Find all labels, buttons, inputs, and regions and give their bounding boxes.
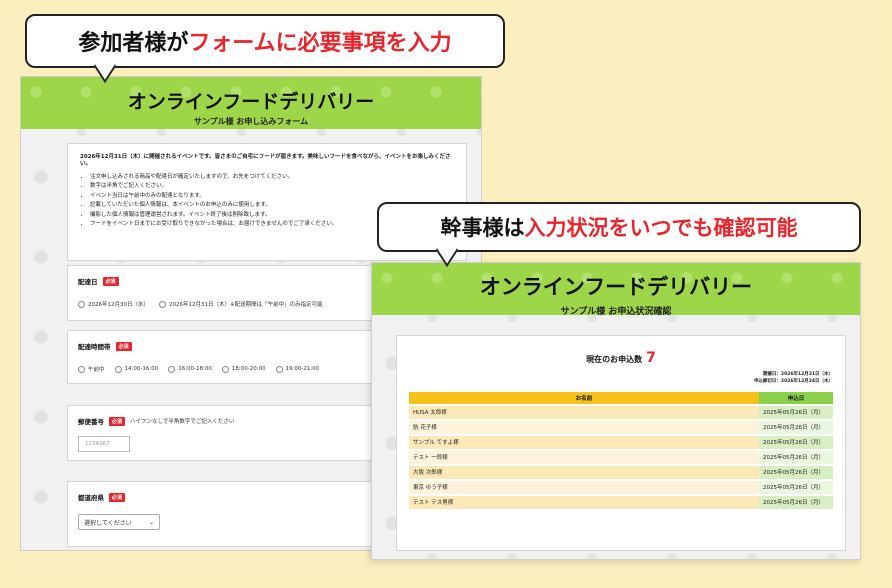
field-label: 郵便番号 xyxy=(78,418,104,426)
table-row: テスト テス男様 2025年05月26日（月） xyxy=(409,495,833,509)
applicant-name: サンプル てすよ様 xyxy=(409,435,759,449)
status-title: オンラインフードデリバリー xyxy=(479,275,753,299)
radio-option[interactable]: 14:00-16:00 xyxy=(114,365,158,373)
apply-date: 2025年05月26日（月） xyxy=(759,420,833,434)
radio-button[interactable] xyxy=(78,300,85,308)
column-header-date: 申込日 xyxy=(759,391,833,404)
apply-date: 2025年05月26日（月） xyxy=(759,465,833,479)
applicant-table: お名前 申込日 HUSA 太郎様 2025年05月26日（月） 航 花子様 2025… xyxy=(409,390,833,511)
application-count: 現在のお申込数 7 xyxy=(397,350,845,366)
form-subtitle: サンプル様 お申し込みフォーム xyxy=(193,117,309,126)
apply-date: 2025年05月26日（月） xyxy=(759,450,833,464)
applicant-name: 東京 ゆう子様 xyxy=(409,480,759,494)
radio-option[interactable]: 2026年12月30日（水） xyxy=(78,300,149,308)
postal-code-input[interactable]: 1234567 xyxy=(78,436,130,452)
radio-button[interactable] xyxy=(275,365,283,373)
apply-date: 2025年05月26日（月） xyxy=(759,405,833,419)
table-row: 航 花子様 2025年05月26日（月） xyxy=(409,420,833,434)
radio-option[interactable]: 2026年12月31日（木）※配送期間は「午前中」のみ指定可能 xyxy=(159,300,323,308)
event-meta: 開催日：2026年12月31日（木） 申込締切日：2026年12月24日（木） xyxy=(397,372,833,386)
column-header-name: お名前 xyxy=(409,391,759,404)
count-value: 7 xyxy=(646,350,656,366)
apply-date: 2025年05月26日（月） xyxy=(759,495,833,509)
radio-option[interactable]: 16:00-18:00 xyxy=(168,365,212,373)
applicant-name: 航 花子様 xyxy=(409,420,759,434)
radio-option[interactable]: 午前中 xyxy=(78,365,105,373)
status-header: オンラインフードデリバリー サンプル様 お申込状況確認 xyxy=(372,263,860,317)
table-row: サンプル てすよ様 2025年05月26日（月） xyxy=(409,435,833,449)
form-header: オンラインフードデリバリー サンプル様 お申し込みフォーム xyxy=(21,77,481,129)
meta-line: 開催日：2026年12月31日（木） xyxy=(762,372,833,377)
notice-item: イベント当日は午前中のみの配達となります。 xyxy=(90,193,454,200)
callout-organizer: 幹事様は 入力状況をいつでも確認可能 xyxy=(377,202,861,252)
callout-participants: 参加者様が フォームに必要事項を入力 xyxy=(25,14,505,68)
notice-item: 数字は半角でご記入ください。 xyxy=(90,183,454,190)
meta-line: 申込締切日：2026年12月24日（木） xyxy=(753,378,833,384)
table-row: 東京 ゆう子様 2025年05月26日（月） xyxy=(409,480,833,494)
required-badge: 必須 xyxy=(102,276,119,286)
notice-item: 注文申し込みされる商品や配達日が確定いたしますので、お先をつけてください。 xyxy=(90,174,454,181)
required-badge: 必須 xyxy=(115,341,132,351)
table-row: テスト 一郎様 2025年05月26日（月） xyxy=(409,450,833,464)
field-label: 都道府県 xyxy=(78,494,104,502)
field-label: 配達時間帯 xyxy=(78,343,111,351)
chevron-down-icon: ⌄ xyxy=(148,518,154,526)
radio-button[interactable] xyxy=(221,365,229,373)
applicant-name: テスト 一郎様 xyxy=(409,450,759,464)
status-panel: オンラインフードデリバリー サンプル様 お申込状況確認 現在のお申込数 7 開催日… xyxy=(371,262,861,560)
radio-button[interactable] xyxy=(159,300,166,308)
count-label: 現在のお申込数 xyxy=(586,355,643,364)
field-hint: ハイフンなしで半角数字でご記入ください xyxy=(130,419,235,425)
table-row: HUSA 太郎様 2025年05月26日（月） xyxy=(409,405,833,419)
status-subtitle: サンプル様 お申込状況確認 xyxy=(560,307,672,317)
table-row: 大阪 次郎様 2025年05月26日（月） xyxy=(409,465,833,479)
notice-lead: 2026年12月31日（木）に開催されるイベントです。皆さまのご自宅にフードが届… xyxy=(80,154,451,168)
apply-date: 2025年05月26日（月） xyxy=(759,480,833,494)
select-value: 選択してください xyxy=(84,519,132,527)
radio-button[interactable] xyxy=(168,365,176,373)
callout-prefix: 幹事様は xyxy=(440,216,525,240)
status-card: 現在のお申込数 7 開催日：2026年12月31日（木） 申込締切日：2026年1… xyxy=(396,335,846,551)
prefecture-select[interactable]: 選択してください ⌄ xyxy=(78,514,160,530)
applicant-name: 大阪 次郎様 xyxy=(409,465,759,479)
applicant-name: テスト テス男様 xyxy=(409,495,759,509)
radio-option[interactable]: 19:00-21:00 xyxy=(275,365,319,373)
required-badge: 必須 xyxy=(109,416,126,426)
radio-button[interactable] xyxy=(114,365,122,373)
form-title: オンラインフードデリバリー xyxy=(127,91,375,113)
applicant-name: HUSA 太郎様 xyxy=(409,405,759,419)
radio-option[interactable]: 18:00-20:00 xyxy=(221,365,266,373)
radio-button[interactable] xyxy=(78,365,85,373)
field-label: 配達日 xyxy=(78,278,98,286)
callout-highlight: 入力状況をいつでも確認可能 xyxy=(524,216,798,240)
required-badge: 必須 xyxy=(109,492,126,502)
apply-date: 2025年05月26日（月） xyxy=(759,435,833,449)
callout-highlight: フォームに必要事項を入力 xyxy=(188,31,452,56)
callout-prefix: 参加者様が xyxy=(78,31,189,56)
